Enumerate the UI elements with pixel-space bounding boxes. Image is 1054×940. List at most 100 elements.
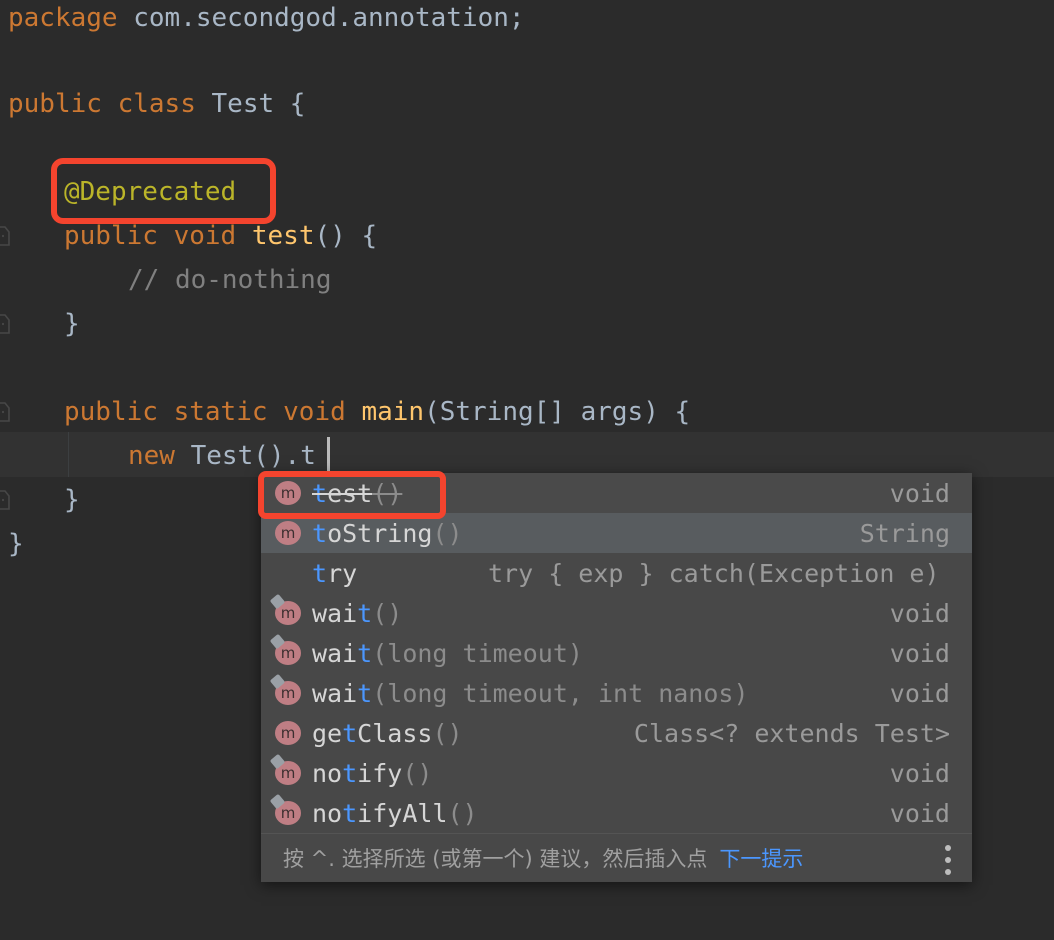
code-token: } (64, 309, 80, 339)
code-token: } (64, 485, 80, 515)
method-icon: m (272, 713, 306, 753)
completion-item[interactable]: m getClass() Class<? extends Test> (261, 713, 972, 753)
code-line: public class Test { (0, 82, 1054, 126)
completion-item[interactable]: m test() void (261, 473, 972, 513)
completion-item-label: wait (312, 599, 372, 628)
code-line-text: public void test() { (64, 214, 377, 258)
label-part: no (312, 758, 343, 788)
fold-marker-icon[interactable] (0, 314, 10, 334)
completion-item-label: notifyAll (312, 799, 447, 828)
code-token: public (8, 89, 102, 119)
completion-item-type: void (889, 598, 950, 628)
completion-item[interactable]: m notifyAll() void (261, 793, 972, 833)
completion-item-type: void (889, 678, 950, 708)
no-icon-placeholder (272, 553, 306, 593)
label-part: est (327, 478, 373, 508)
label-part: wai (312, 678, 358, 708)
completion-item-label: try (312, 559, 357, 588)
code-line-text: package com.secondgod.annotation; (8, 0, 525, 40)
method-icon-glyph: m (275, 521, 301, 545)
completion-item[interactable]: m wait (long timeout, int nanos) void (261, 673, 972, 713)
method-icon: m (269, 633, 306, 673)
label-part: ifyAll (357, 798, 448, 828)
text-caret (327, 437, 330, 471)
fold-marker-icon[interactable] (0, 226, 10, 246)
matched-prefix: t (342, 718, 358, 748)
matched-prefix: t (357, 598, 373, 628)
code-completion-popup[interactable]: m test() void m toString() String try try { exp… (261, 473, 972, 882)
label-part: no (312, 798, 343, 828)
code-token: Test().t (174, 441, 316, 471)
completion-item[interactable]: m toString() String (261, 513, 972, 553)
completion-item-label: test (312, 479, 372, 508)
completion-item-label: getClass (312, 719, 432, 748)
completion-item-type: void (889, 478, 950, 508)
code-line: // do-nothing (0, 258, 1054, 302)
completion-item-type: void (889, 798, 950, 828)
code-token: // do-nothing (128, 265, 332, 295)
next-tip-link[interactable]: 下一提示 (719, 843, 803, 873)
completion-item[interactable]: m wait() void (261, 593, 972, 633)
completion-item-label: toString (312, 519, 432, 548)
completion-item-signature: () (372, 478, 403, 508)
matched-prefix: t (342, 798, 358, 828)
method-icon-glyph: m (275, 481, 301, 505)
matched-prefix: t (312, 518, 328, 548)
completion-item-signature: (long timeout) (372, 638, 583, 668)
code-line-text: } (64, 478, 80, 522)
completion-item-type: void (889, 638, 950, 668)
matched-prefix: t (312, 558, 328, 588)
more-vertical-icon[interactable] (938, 843, 958, 877)
code-token: static (173, 397, 268, 427)
code-token: new (128, 441, 175, 471)
code-line-text: // do-nothing (128, 258, 332, 302)
code-line: new Test().t (0, 434, 1054, 478)
method-icon: m (269, 793, 306, 833)
matched-prefix: t (342, 758, 358, 788)
completion-item-signature: (long timeout, int nanos) (372, 678, 749, 708)
completion-hint-text: 按 ^. 选择所选 (或第一个) 建议，然后插入点 (283, 847, 708, 871)
completion-item-label: wait (312, 679, 372, 708)
completion-item-label: wait (312, 639, 372, 668)
completion-item[interactable]: m notify() void (261, 753, 972, 793)
completion-item-tail: try { exp } catch(Exception e) (488, 558, 940, 588)
label-part: ge (312, 718, 343, 748)
code-token: () { (314, 221, 378, 251)
label-part: wai (312, 638, 358, 668)
method-icon: m (269, 593, 306, 633)
code-token: com.secondgod.annotation; (117, 3, 525, 33)
completion-item-type: String (859, 518, 950, 548)
method-icon: m (272, 513, 306, 553)
completion-item-type: Class<? extends Test> (633, 718, 950, 748)
completion-item[interactable]: m wait (long timeout) void (261, 633, 972, 673)
method-icon: m (269, 673, 306, 713)
code-token: test (251, 221, 315, 251)
code-token: (String[] args) { (424, 397, 691, 427)
completion-footer: 按 ^. 选择所选 (或第一个) 建议，然后插入点 下一提示 (261, 833, 972, 882)
code-line: public static void main(String[] args) { (0, 390, 1054, 434)
method-icon: m (269, 753, 306, 793)
completion-item-signature: () (432, 518, 463, 548)
completion-item[interactable]: try try { exp } catch(Exception e) (261, 553, 972, 593)
label-part: ify (357, 758, 403, 788)
label-part: Class (357, 718, 433, 748)
code-token: @Deprecated (64, 177, 237, 207)
label-part: wai (312, 598, 358, 628)
completion-item-list[interactable]: m test() void m toString() String try try { exp… (261, 473, 972, 833)
method-icon: m (272, 473, 306, 513)
code-line: package com.secondgod.annotation; (0, 0, 1054, 40)
code-line-text: @Deprecated (64, 170, 236, 214)
code-token: Test { (195, 89, 306, 119)
fold-marker-icon[interactable] (0, 490, 10, 510)
code-line-text: public static void main(String[] args) { (64, 390, 690, 434)
code-line: public void test() { (0, 214, 1054, 258)
matched-prefix: t (357, 638, 373, 668)
fold-marker-icon[interactable] (0, 402, 10, 422)
label-part: ry (327, 558, 358, 588)
completion-item-signature: () (432, 718, 463, 748)
code-token: package (8, 3, 118, 33)
